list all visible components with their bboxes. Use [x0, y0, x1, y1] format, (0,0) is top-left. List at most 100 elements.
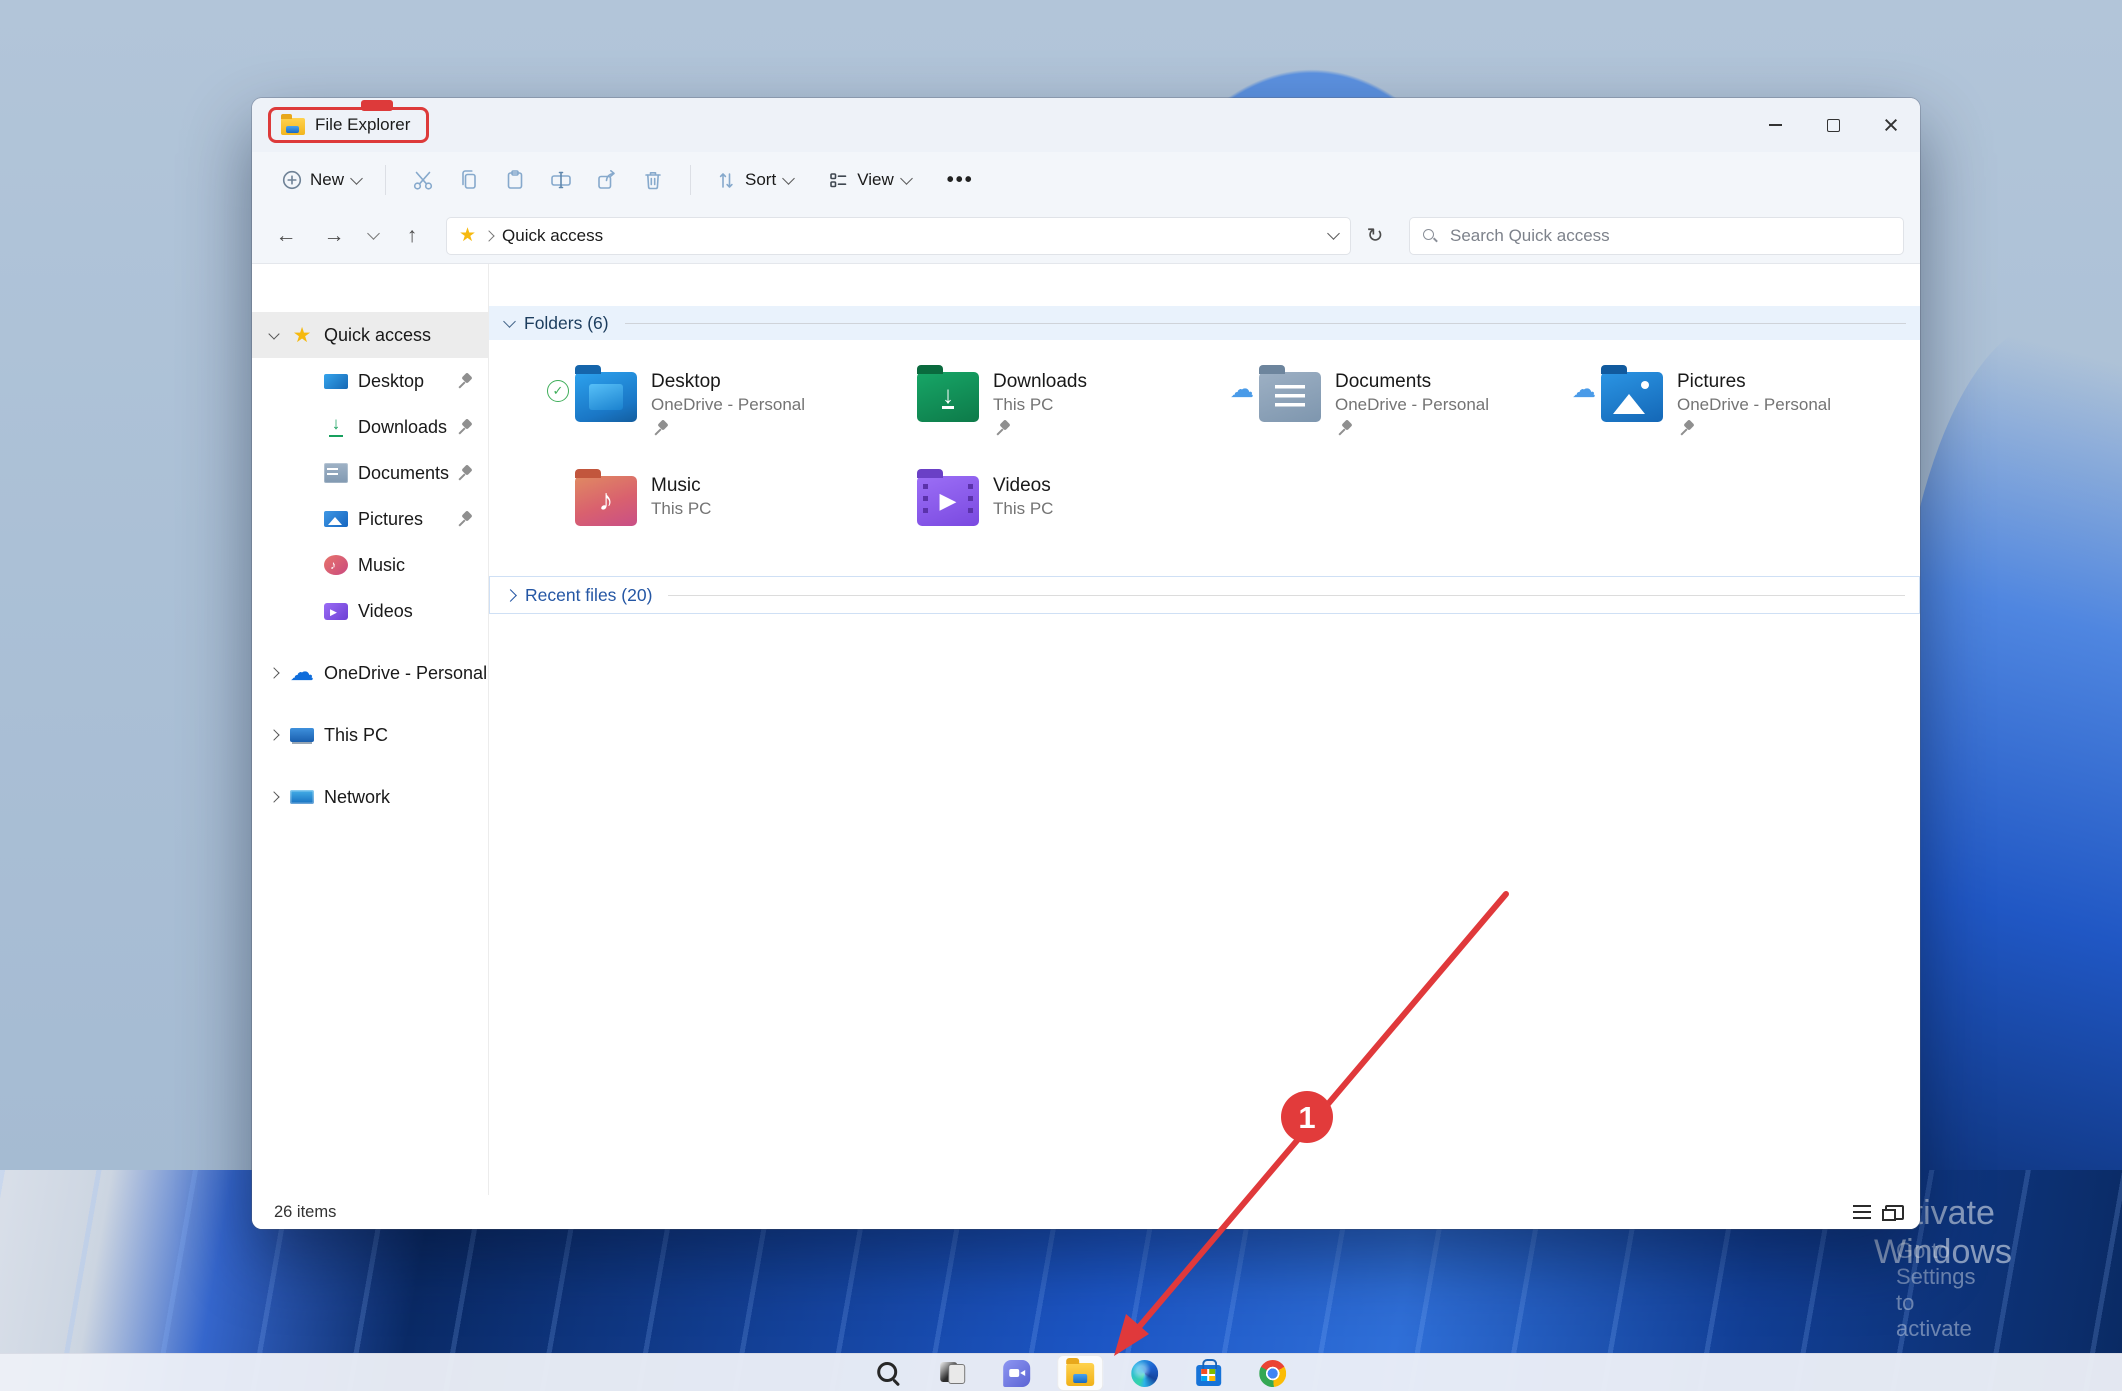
sidebar-item[interactable]: Music [252, 542, 488, 588]
sidebar-item-icon [290, 790, 314, 804]
sidebar-item-icon [324, 417, 348, 437]
sidebar-item-label: Videos [358, 601, 457, 622]
forward-button[interactable]: → [312, 216, 356, 256]
sync-status-icon [543, 380, 573, 402]
sidebar-chevron-icon[interactable] [298, 417, 318, 437]
sidebar-item-icon [324, 511, 348, 527]
maximize-button[interactable] [1804, 98, 1862, 152]
sidebar-chevron-icon[interactable] [298, 371, 318, 391]
sidebar-item[interactable]: Documents [252, 450, 488, 496]
taskbar-edge[interactable] [1121, 1355, 1167, 1391]
pin-icon [457, 466, 472, 481]
close-button[interactable] [1862, 98, 1920, 152]
taskbar-icon [875, 1360, 902, 1387]
collapse-chevron-icon[interactable] [503, 315, 516, 328]
folder-tile[interactable]: Music This PC [543, 468, 885, 548]
chevron-right-icon [483, 230, 494, 241]
tray-display-tray[interactable] [2092, 1360, 2118, 1386]
paste-icon [503, 168, 527, 192]
recent-locations-button[interactable] [360, 216, 386, 256]
folder-tile-text: Downloads This PC [993, 364, 1087, 436]
sidebar-item-label: This PC [324, 725, 457, 746]
folder-tile-text: Pictures OneDrive - Personal [1677, 364, 1831, 436]
chevron-down-icon [900, 172, 913, 185]
sidebar-chevron-icon[interactable] [298, 601, 318, 621]
taskbar-task-view[interactable] [929, 1355, 975, 1391]
taskbar-store[interactable] [1185, 1355, 1231, 1391]
sidebar-item[interactable]: Quick access [252, 312, 488, 358]
refresh-button[interactable]: ↻ [1355, 216, 1395, 256]
sidebar-chevron-icon[interactable] [298, 555, 318, 575]
large-thumbnails-view-button[interactable] [1885, 1205, 1904, 1220]
taskbar-icon [811, 1360, 838, 1387]
taskbar [0, 1353, 2122, 1391]
folder-tile[interactable]: Documents OneDrive - Personal [1227, 364, 1569, 444]
see-more-button[interactable]: ••• [937, 169, 984, 192]
ellipsis-icon: ••• [947, 169, 974, 191]
sidebar-chevron-icon[interactable] [264, 787, 284, 807]
taskbar-icon [1066, 1363, 1094, 1386]
folder-tile-text: Documents OneDrive - Personal [1335, 364, 1489, 436]
recent-files-group-header[interactable]: Recent files (20) [489, 576, 1920, 614]
tray-chevron-up[interactable] [2008, 1360, 2034, 1386]
sidebar-item[interactable]: OneDrive - Personal [252, 650, 488, 696]
breadcrumb[interactable]: Quick access [502, 226, 603, 246]
address-bar[interactable]: ★ Quick access [446, 217, 1351, 255]
minimize-button[interactable] [1746, 98, 1804, 152]
sidebar-item[interactable]: Videos [252, 588, 488, 634]
window-title: File Explorer [315, 115, 410, 135]
quick-access-star-icon: ★ [459, 224, 476, 247]
taskbar-chrome[interactable] [1249, 1355, 1295, 1391]
taskbar-chat[interactable] [993, 1355, 1039, 1391]
sidebar-item[interactable]: Pictures [252, 496, 488, 542]
folder-tile[interactable]: Desktop OneDrive - Personal [543, 364, 885, 444]
sidebar-chevron-icon[interactable] [264, 325, 284, 345]
close-icon [1883, 112, 1899, 139]
taskbar-start[interactable] [801, 1355, 847, 1391]
sidebar-item[interactable]: Desktop [252, 358, 488, 404]
sidebar-item[interactable]: Downloads [252, 404, 488, 450]
delete-button[interactable] [630, 160, 676, 200]
folder-tile[interactable]: Pictures OneDrive - Personal [1569, 364, 1911, 444]
rename-button[interactable] [538, 160, 584, 200]
taskbar-icon [1259, 1360, 1286, 1387]
folder-tile[interactable]: Videos This PC [885, 468, 1227, 548]
paste-button[interactable] [492, 160, 538, 200]
folder-tiles: Desktop OneDrive - Personal Downloads [489, 364, 1920, 548]
pin-icon [995, 421, 1010, 436]
sidebar-item-icon [324, 555, 348, 575]
folder-name: Pictures [1677, 370, 1831, 394]
cut-button[interactable] [400, 160, 446, 200]
group-rule [625, 323, 1906, 324]
sort-button-label: Sort [745, 170, 776, 190]
sync-status-icon [1227, 380, 1257, 400]
address-dropdown-chevron-icon[interactable] [1327, 227, 1340, 240]
share-button[interactable] [584, 160, 630, 200]
sidebar-chevron-icon[interactable] [264, 663, 284, 683]
new-button[interactable]: New [272, 162, 371, 198]
sidebar-chevron-icon[interactable] [264, 725, 284, 745]
back-button[interactable]: ← [264, 216, 308, 256]
tray-onedrive-tray[interactable] [2050, 1360, 2076, 1386]
folders-group-header[interactable]: Folders (6) [489, 306, 1920, 340]
taskbar-search[interactable] [865, 1355, 911, 1391]
up-button[interactable]: ↑ [390, 216, 434, 256]
refresh-icon: ↻ [1367, 223, 1384, 248]
file-explorer-tab-annotation-box: File Explorer [268, 107, 429, 143]
folder-icon [917, 476, 979, 526]
sidebar-chevron-icon[interactable] [298, 509, 318, 529]
folder-tile[interactable]: Downloads This PC [885, 364, 1227, 444]
desktop: Activate Windows Go to Settings to activ… [0, 0, 2122, 1391]
sidebar-chevron-icon[interactable] [298, 463, 318, 483]
search-box[interactable] [1409, 217, 1904, 255]
search-input[interactable] [1448, 225, 1891, 247]
taskbar-file-explorer[interactable] [1057, 1355, 1103, 1391]
details-view-button[interactable] [1853, 1205, 1871, 1219]
folder-location: OneDrive - Personal [651, 394, 805, 416]
copy-button[interactable] [446, 160, 492, 200]
sidebar-item[interactable]: Network [252, 774, 488, 820]
sort-button[interactable]: Sort [705, 161, 803, 199]
sidebar-item[interactable]: This PC [252, 712, 488, 758]
expand-chevron-icon[interactable] [504, 589, 517, 602]
view-button[interactable]: View [817, 161, 921, 199]
